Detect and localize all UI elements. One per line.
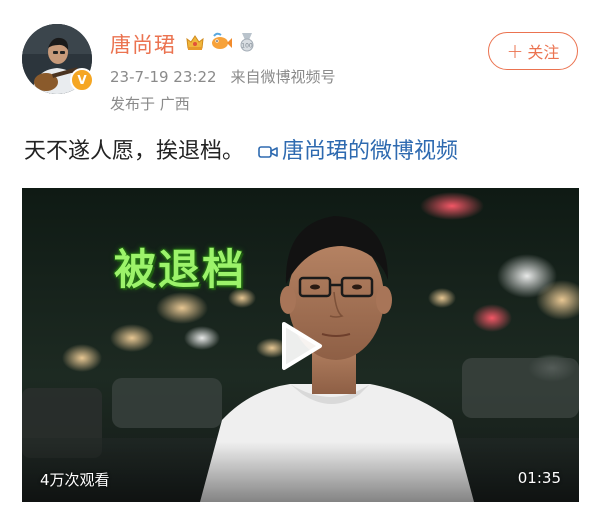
fish-badge-icon[interactable] — [210, 31, 232, 53]
video-link[interactable]: 唐尚珺的微博视频 — [258, 133, 458, 165]
author-badges: 100 — [184, 31, 258, 53]
post-text-row: 天不遂人愿，挨退档。 唐尚珺的微博视频 — [24, 133, 458, 165]
post-meta: 23-7-19 23:22 来自微博视频号 — [110, 66, 336, 87]
video-player[interactable]: 被退档 4万次观看 01:35 — [22, 188, 579, 502]
play-button[interactable] — [280, 320, 324, 372]
author-avatar[interactable]: V — [22, 24, 94, 94]
post-timestamp[interactable]: 23-7-19 23:22 — [110, 68, 217, 86]
video-link-label: 唐尚珺的微博视频 — [282, 139, 459, 164]
author-name[interactable]: 唐尚珺 — [110, 32, 176, 58]
svg-text:100: 100 — [241, 43, 253, 50]
post-text: 天不遂人愿，挨退档。 — [24, 139, 245, 164]
video-duration: 01:35 — [517, 469, 561, 487]
post-location: 发布于 广西 — [110, 95, 190, 113]
medal-badge-icon[interactable]: 100 — [236, 31, 258, 53]
video-overlay-title: 被退档 — [114, 245, 247, 294]
weibo-post: V 唐尚珺 100 23-7-19 23:22 来自微博视频号 发布于 广西 +… — [0, 0, 600, 521]
post-source[interactable]: 来自微博视频号 — [231, 68, 336, 86]
crown-badge-icon[interactable] — [184, 31, 206, 53]
view-count: 4万次观看 — [40, 471, 110, 489]
follow-label: 关注 — [527, 43, 560, 62]
follow-button[interactable]: + 关注 — [488, 32, 578, 70]
verified-icon: V — [70, 68, 94, 92]
video-camera-icon — [258, 141, 278, 158]
plus-icon: + — [506, 39, 524, 63]
